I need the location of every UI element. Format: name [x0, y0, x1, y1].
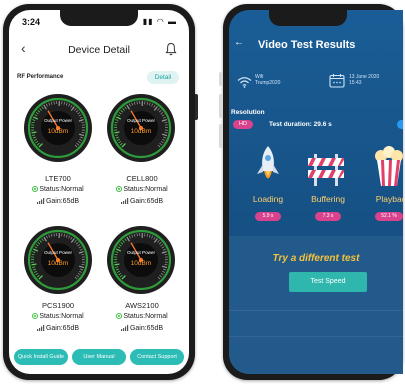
volume-down-button [219, 124, 223, 148]
phone-notch [269, 10, 347, 26]
volume-up-button [219, 94, 223, 118]
gauge-caption: Output Power [43, 118, 73, 123]
phone-device-detail: 3:24 ▮▮ ◠ ▬ ‹ Device Detail RF Performan… [3, 4, 198, 380]
status-icons: ▮▮ ◠ ▬ [142, 17, 177, 26]
signal-bars-icon [36, 325, 45, 331]
user-manual-button[interactable]: User Manual [72, 349, 126, 365]
page-title: Device Detail [68, 44, 130, 56]
status-ok-icon [32, 186, 39, 192]
quick-install-guide-button[interactable]: Quick Install Guide [14, 349, 68, 365]
toggle-switch[interactable] [397, 120, 403, 129]
rf-performance-label: RF Performance [17, 74, 64, 80]
power-button [195, 94, 198, 120]
device-gain: Gain:65dB [13, 198, 103, 205]
device-name: CELL800 [126, 174, 158, 183]
divider [229, 336, 403, 337]
device-status: Status:Normal [97, 313, 187, 320]
contact-support-button[interactable]: Contact Support [130, 349, 184, 365]
gauge-value: 10dBm [130, 128, 152, 135]
device-gain: Gain:65dB [13, 325, 103, 332]
playback-value-badge: 52.1 % [375, 212, 403, 221]
popcorn-icon [375, 146, 403, 186]
page-title: Video Test Results [258, 39, 356, 51]
gauge-cell800: Output Power 10dBm [105, 92, 177, 164]
device-status-text: Status:Normal [123, 186, 168, 193]
back-arrow-icon[interactable]: ← [234, 37, 244, 48]
mute-switch [219, 72, 223, 86]
test-time: 15:43 [349, 80, 362, 86]
device-name: AWS2100 [125, 301, 159, 310]
header: ← Video Test Results [229, 32, 403, 58]
device-name: PCS1900 [41, 301, 75, 310]
gauge-aws2100: Output Power 10dBm [105, 224, 177, 296]
bell-icon[interactable] [165, 42, 177, 56]
status-ok-icon [116, 186, 123, 192]
date-info: 13 June 2020 15:43 [349, 74, 379, 86]
wifi-icon [237, 77, 252, 88]
device-name: LTE700 [45, 174, 71, 183]
device-gain-text: Gain:65dB [129, 198, 164, 205]
device-detail-screen: 3:24 ▮▮ ◠ ▬ ‹ Device Detail RF Performan… [9, 10, 189, 374]
wifi-network-name: Trump2020 [255, 80, 281, 86]
signal-bars-icon [36, 198, 45, 204]
divider [229, 310, 403, 311]
status-ok-icon [32, 313, 39, 319]
playback-label: Playback [375, 194, 403, 204]
device-gain: Gain:65dB [97, 325, 187, 332]
device-gain: Gain:65dB [97, 198, 187, 205]
gauge-lte700: Output Power 10dBm [22, 92, 94, 164]
buffering-value-badge: 7.3 s [315, 212, 341, 221]
rocket-icon [257, 146, 279, 179]
device-status-text: Status:Normal [123, 313, 168, 320]
loading-label: Loading [252, 194, 284, 204]
gauge-caption: Output Power [126, 118, 156, 123]
gauge-value: 10dBm [130, 260, 152, 267]
device-status: Status:Normal [13, 313, 103, 320]
phone-notch [60, 10, 138, 26]
phone-video-test: ← Video Test Results Wifi Trump2020 13 J… [219, 4, 403, 380]
try-different-test-text: Try a different test [272, 253, 360, 264]
status-bar: 3:24 ▮▮ ◠ ▬ [9, 10, 189, 32]
gauge-caption: Output Power [43, 250, 73, 255]
barrier-icon [308, 154, 344, 186]
signal-bars-icon [120, 325, 129, 331]
detail-button[interactable]: Detail [147, 71, 179, 84]
video-test-screen: ← Video Test Results Wifi Trump2020 13 J… [229, 10, 403, 374]
test-speed-button[interactable]: Test Speed [289, 272, 367, 292]
gauge-value: 10dBm [47, 128, 69, 135]
gauge-value: 10dBm [47, 260, 69, 267]
status-ok-icon [116, 313, 123, 319]
device-gain-text: Gain:65dB [45, 325, 80, 332]
device-status-text: Status:Normal [39, 313, 84, 320]
nav-bar: ‹ Device Detail [9, 37, 189, 61]
test-duration: Test duration: 29.6 s [269, 121, 332, 128]
status-time: 3:24 [22, 17, 41, 27]
calendar-icon [329, 74, 345, 88]
resolution-badge: HD [233, 120, 253, 129]
device-status: Status:Normal [97, 186, 187, 193]
device-status-text: Status:Normal [39, 186, 84, 193]
wifi-info: Wifi Trump2020 [255, 74, 280, 86]
device-gain-text: Gain:65dB [45, 198, 80, 205]
resolution-title: Resolution [231, 109, 265, 116]
device-gain-text: Gain:65dB [129, 325, 164, 332]
buffering-label: Buffering [311, 194, 345, 204]
device-status: Status:Normal [13, 186, 103, 193]
loading-value-badge: 5.9 s [255, 212, 281, 221]
gauge-caption: Output Power [126, 250, 156, 255]
signal-bars-icon [120, 198, 129, 204]
gauge-pcs1900: Output Power 10dBm [22, 224, 94, 296]
